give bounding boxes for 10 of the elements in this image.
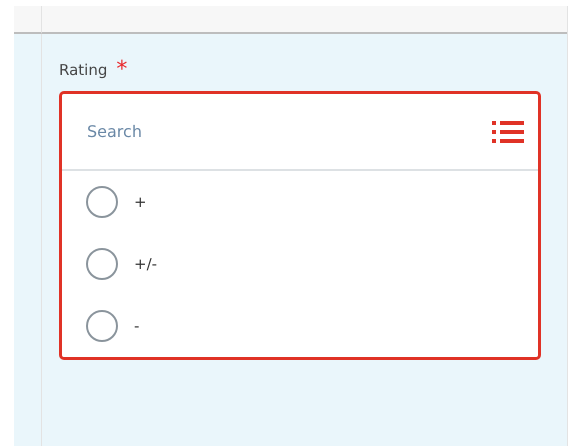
- radio-button[interactable]: [86, 248, 118, 280]
- list-icon[interactable]: [492, 120, 524, 144]
- radio-button[interactable]: [86, 310, 118, 342]
- radio-button[interactable]: [86, 186, 118, 218]
- option-label[interactable]: +: [134, 193, 147, 211]
- header-strip: [14, 6, 42, 34]
- option-label[interactable]: -: [134, 317, 140, 335]
- option-label[interactable]: +/-: [134, 255, 158, 273]
- required-mark: *: [116, 62, 128, 78]
- field-label: Rating: [59, 61, 108, 79]
